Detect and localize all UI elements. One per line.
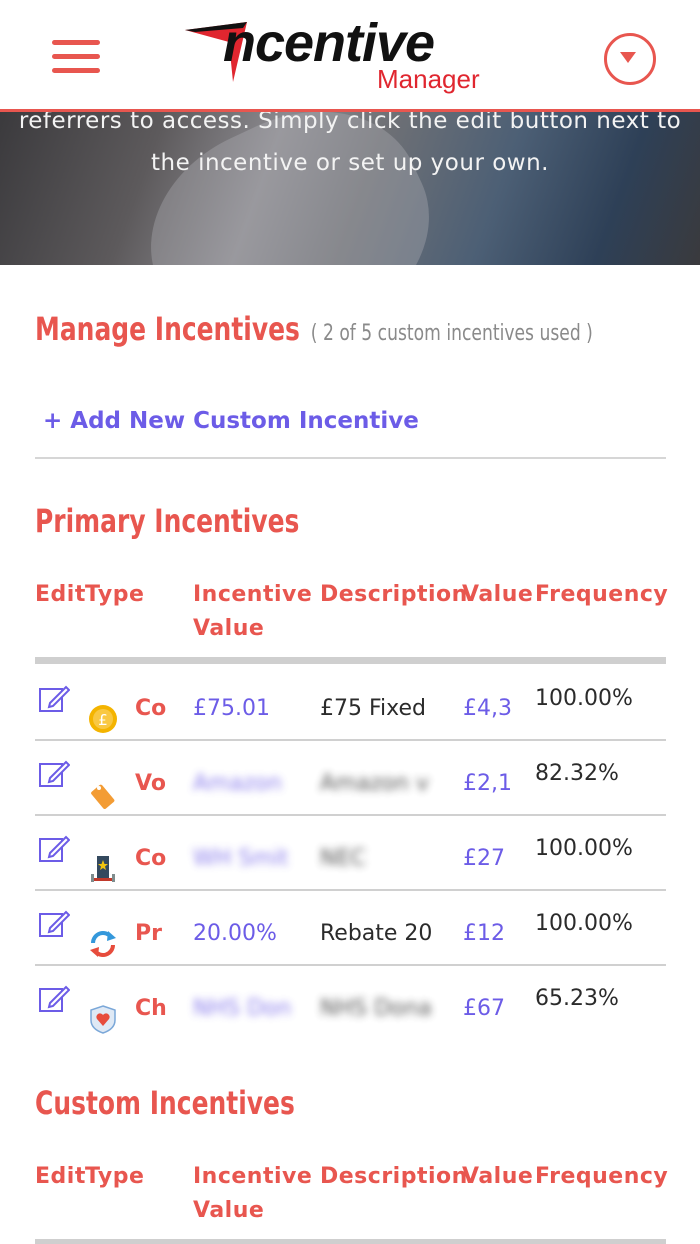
row-incentive-value: 20.00% xyxy=(193,921,277,946)
table-header-rule xyxy=(35,1239,666,1244)
row-value: £12 xyxy=(463,921,505,946)
account-dropdown-button[interactable] xyxy=(604,33,656,85)
edit-icon[interactable] xyxy=(38,833,70,865)
custom-incentives-title: Custom Incentives xyxy=(35,1084,295,1122)
concert-ticket-icon xyxy=(91,856,115,882)
menu-bar xyxy=(52,68,100,73)
col-type: Type xyxy=(85,582,145,607)
logo-subtitle: Manager xyxy=(377,64,480,94)
col-incentive-value-line1: Incentive xyxy=(193,582,313,607)
row-incentive-value: WH Smit xyxy=(193,846,289,871)
manage-incentives-title: Manage Incentives ( 2 of 5 custom incenti… xyxy=(35,310,593,348)
edit-icon[interactable] xyxy=(38,683,70,715)
col-frequency: Frequency xyxy=(535,1164,669,1189)
col-description: Description xyxy=(320,1164,468,1189)
row-value: £4,3 xyxy=(463,696,512,721)
table-row[interactable]: Co WH Smit NEC £27 100.00% xyxy=(35,816,666,891)
row-type: Vo xyxy=(135,771,166,796)
row-description: £75 Fixed xyxy=(320,696,426,721)
divider xyxy=(35,457,666,459)
row-type: Pr xyxy=(135,921,162,946)
row-frequency: 100.00% xyxy=(535,686,633,711)
col-value: Value xyxy=(462,1164,534,1189)
app-header: ncentive Manager xyxy=(0,0,700,112)
menu-bar xyxy=(52,54,100,59)
primary-incentives-title: Primary Incentives xyxy=(35,502,300,540)
col-incentive-value: Incentive Value xyxy=(193,578,312,646)
col-incentive-value-line2: Value xyxy=(193,1198,265,1223)
caret-down-icon xyxy=(620,52,636,63)
row-description: Amazon v xyxy=(320,771,429,796)
edit-icon[interactable] xyxy=(38,983,70,1015)
row-incentive-value: Amazon xyxy=(193,771,282,796)
incentive-manager-logo[interactable]: ncentive Manager xyxy=(185,12,515,100)
svg-text:£: £ xyxy=(98,711,108,729)
col-edit: Edit xyxy=(35,582,86,607)
voucher-icon xyxy=(91,784,115,809)
edit-icon[interactable] xyxy=(38,758,70,790)
row-description: Rebate 20 xyxy=(320,921,433,946)
row-frequency: 100.00% xyxy=(535,836,633,861)
hero-text: referrers to access. Simply click the ed… xyxy=(18,112,682,176)
row-frequency: 100.00% xyxy=(535,911,633,936)
table-row[interactable]: Ch NHS Don NHS Dona £67 65.23% xyxy=(35,966,666,1041)
hero-banner: referrers to access. Simply click the ed… xyxy=(0,112,700,265)
table-header-rule xyxy=(35,657,666,664)
charity-heart-icon xyxy=(90,1005,116,1034)
row-value: £67 xyxy=(463,996,505,1021)
menu-bar xyxy=(52,40,100,45)
col-incentive-value-line1: Incentive xyxy=(193,1164,313,1189)
row-incentive-value: £75.01 xyxy=(193,696,270,721)
table-row[interactable]: Pr 20.00% Rebate 20 £12 100.00% xyxy=(35,891,666,966)
col-value: Value xyxy=(462,582,534,607)
row-frequency: 82.32% xyxy=(535,761,619,786)
row-description: NEC xyxy=(320,846,366,871)
col-edit: Edit xyxy=(35,1164,86,1189)
row-value: £2,1 xyxy=(463,771,512,796)
col-frequency: Frequency xyxy=(535,582,669,607)
col-incentive-value: Incentive Value xyxy=(193,1160,312,1228)
add-custom-incentive-link[interactable]: + Add New Custom Incentive xyxy=(43,408,419,434)
row-description: NHS Dona xyxy=(320,996,432,1021)
table-row[interactable]: £ Co £75.01 £75 Fixed £4,3 100.00% xyxy=(35,666,666,741)
refresh-arrows-icon xyxy=(90,931,116,957)
coin-icon: £ xyxy=(89,705,117,733)
col-incentive-value-line2: Value xyxy=(193,616,265,641)
row-frequency: 65.23% xyxy=(535,986,619,1011)
table-row[interactable]: Vo Amazon Amazon v £2,1 82.32% xyxy=(35,741,666,816)
custom-usage-note: ( 2 of 5 custom incentives used ) xyxy=(310,321,593,346)
row-incentive-value: NHS Don xyxy=(193,996,292,1021)
hamburger-menu-button[interactable] xyxy=(52,40,100,76)
row-type: Co xyxy=(135,696,167,721)
row-type: Ch xyxy=(135,996,167,1021)
edit-icon[interactable] xyxy=(38,908,70,940)
col-type: Type xyxy=(85,1164,145,1189)
row-value: £27 xyxy=(463,846,505,871)
manage-title-text: Manage Incentives xyxy=(35,310,300,348)
col-description: Description xyxy=(320,582,468,607)
row-type: Co xyxy=(135,846,167,871)
